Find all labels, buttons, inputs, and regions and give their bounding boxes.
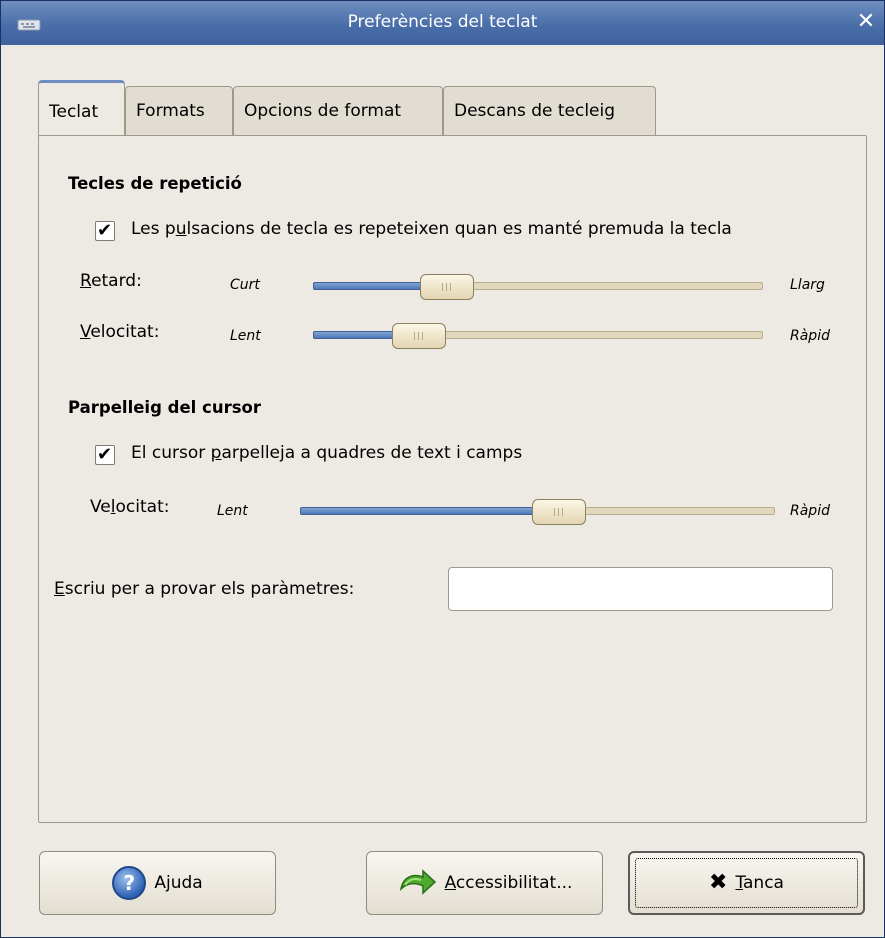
mnemonic: p	[210, 443, 222, 463]
tab-label: Teclat	[49, 102, 99, 122]
label-part: scriu per a provar els paràmetres:	[64, 579, 355, 599]
mnemonic: V	[80, 322, 91, 342]
cursor-blink-heading: Parpelleig del cursor	[68, 398, 261, 417]
tab-label: Opcions de format	[244, 101, 402, 121]
label-part: Ve	[90, 497, 111, 517]
delay-slider[interactable]	[313, 274, 763, 300]
label-part: El cursor	[131, 443, 211, 463]
cursor-speed-label: Velocitat:	[90, 497, 169, 517]
tab-teclat[interactable]: Teclat	[38, 80, 125, 137]
tab-formats[interactable]: Formats	[125, 86, 233, 135]
label-part: anca	[743, 873, 784, 893]
slider-thumb[interactable]	[392, 323, 447, 349]
slider-fill	[300, 507, 559, 515]
repeat-speed-slider[interactable]	[313, 323, 763, 349]
repeat-speed-max-label: Ràpid	[790, 328, 830, 344]
mnemonic: T	[735, 873, 744, 893]
delay-min-label: Curt	[230, 277, 260, 293]
help-button-label: Ajuda	[154, 873, 202, 893]
check-mark-icon: ✔	[97, 220, 113, 241]
cursor-speed-slider[interactable]	[300, 499, 775, 525]
preferences-window: Preferències del teclat ✕ Teclat Formats…	[0, 0, 885, 938]
mnemonic: A	[444, 873, 456, 893]
title-bar[interactable]: Preferències del teclat ✕	[1, 1, 884, 45]
test-field-label: Escriu per a provar els paràmetres:	[54, 579, 354, 599]
cursor-blink-checkbox[interactable]: ✔	[95, 444, 115, 465]
window-title: Preferències del teclat	[347, 12, 538, 32]
label-part: ocitat:	[115, 497, 170, 517]
accessibility-arrow-icon	[399, 869, 436, 895]
slider-thumb[interactable]	[531, 499, 586, 525]
accessibility-button[interactable]: Accessibilitat...	[366, 851, 603, 915]
tab-opcions-de-format[interactable]: Opcions de format	[233, 86, 443, 135]
label-part: arpelleja a quadres de text i camps	[221, 443, 523, 463]
tab-label: Descans de tecleig	[454, 101, 616, 121]
label-part: ccessibilitat...	[455, 873, 573, 893]
help-icon: ?	[112, 866, 147, 900]
cursor-speed-min-label: Lent	[217, 503, 248, 519]
check-mark-icon: ✔	[97, 444, 113, 465]
label-part: etard:	[91, 271, 142, 291]
close-x-icon: ✖	[709, 870, 728, 895]
repeat-keys-heading: Tecles de repetició	[68, 174, 242, 193]
accessibility-button-label: Accessibilitat...	[445, 873, 573, 893]
mnemonic: u	[175, 219, 187, 239]
slider-thumb[interactable]	[419, 274, 474, 300]
repeat-keys-checkbox[interactable]: ✔	[95, 220, 115, 241]
label-part: uda	[170, 873, 203, 893]
test-input[interactable]	[448, 567, 833, 611]
label-part: A	[154, 873, 166, 893]
tab-descans-de-tecleig[interactable]: Descans de tecleig	[443, 86, 656, 135]
mnemonic: R	[80, 271, 92, 291]
mnemonic: E	[54, 579, 65, 599]
close-window-icon[interactable]: ✕	[854, 9, 878, 35]
close-button-label: Tanca	[735, 873, 784, 893]
cursor-speed-max-label: Ràpid	[790, 503, 830, 519]
delay-label: Retard:	[80, 271, 142, 291]
close-button[interactable]: ✖ Tanca	[628, 851, 865, 915]
label-part: lsacions de tecla es repeteixen quan es …	[186, 219, 732, 239]
repeat-keys-checkbox-label[interactable]: Les pulsacions de tecla es repeteixen qu…	[131, 219, 732, 239]
help-button[interactable]: ? Ajuda	[39, 851, 276, 915]
label-part: Les p	[131, 219, 176, 239]
tab-label: Formats	[136, 101, 205, 121]
repeat-speed-min-label: Lent	[230, 328, 261, 344]
cursor-blink-checkbox-label[interactable]: El cursor parpelleja a quadres de text i…	[131, 443, 522, 463]
repeat-speed-label: Velocitat:	[80, 322, 159, 342]
label-part: elocitat:	[90, 322, 160, 342]
delay-max-label: Llarg	[790, 277, 825, 293]
